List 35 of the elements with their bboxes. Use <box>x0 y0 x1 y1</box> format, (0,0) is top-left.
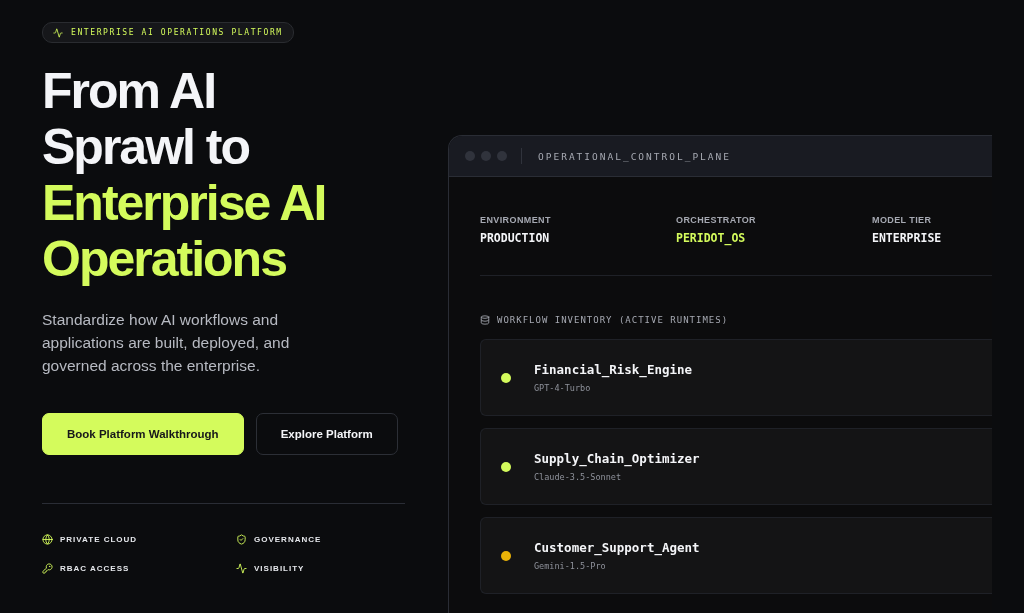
meta-label: ORCHESTRATOR <box>676 215 757 225</box>
meta-value: PRODUCTION <box>480 231 551 245</box>
workflow-card[interactable]: Customer_Support_Agent Gemini-1.5-Pro <box>480 517 992 594</box>
meta-value: PERIDOT_OS <box>676 231 747 245</box>
database-icon <box>480 315 490 325</box>
walkthrough-button[interactable]: Book Platform Walkthrough <box>42 413 244 455</box>
workflow-card[interactable]: Financial_Risk_Engine GPT-4-Turbo <box>480 339 992 416</box>
model-name: Gemini-1.5-Pro <box>534 561 607 571</box>
feature-label: VISIBILITY <box>254 564 305 573</box>
workflow-name: Financial_Risk_Engine <box>534 362 693 377</box>
workflow-name: Customer_Support_Agent <box>534 540 700 555</box>
workflow-name: Supply_Chain_Optimizer <box>534 451 700 466</box>
inventory-heading: WORKFLOW INVENTORY (ACTIVE RUNTIMES) <box>497 315 729 325</box>
window-dot <box>465 151 475 161</box>
feature-label: RBAC ACCESS <box>60 564 130 573</box>
key-icon <box>42 563 53 574</box>
pulse-icon <box>53 27 63 38</box>
meta-label: MODEL TIER <box>872 215 933 225</box>
model-name: GPT-4-Turbo <box>534 383 592 393</box>
model-name: Claude-3.5-Sonnet <box>534 472 622 482</box>
headline: From AI Sprawl to Enterprise AI Operations <box>42 63 327 287</box>
window-dot <box>481 151 491 161</box>
pulse-icon <box>236 563 247 574</box>
feature-label: PRIVATE CLOUD <box>60 535 138 544</box>
shield-icon <box>236 534 247 545</box>
meta-label: ENVIRONMENT <box>480 215 552 225</box>
globe-icon <box>42 534 53 545</box>
window-dot <box>497 151 507 161</box>
feature-label: GOVERNANCE <box>254 535 322 544</box>
explore-button[interactable]: Explore Platform <box>255 413 398 455</box>
panel-title: OPERATIONAL_CONTROL_PLANE <box>538 150 731 162</box>
workflow-card[interactable]: Supply_Chain_Optimizer Claude-3.5-Sonnet <box>480 428 992 505</box>
meta-value: ENTERPRISE <box>872 231 943 245</box>
description: Standardize how AI workflows and applications are built, deployed, and governed across the enterprise. <box>42 310 291 376</box>
category-badge: ENTERPRISE AI OPERATIONS PLATFORM <box>42 22 294 43</box>
